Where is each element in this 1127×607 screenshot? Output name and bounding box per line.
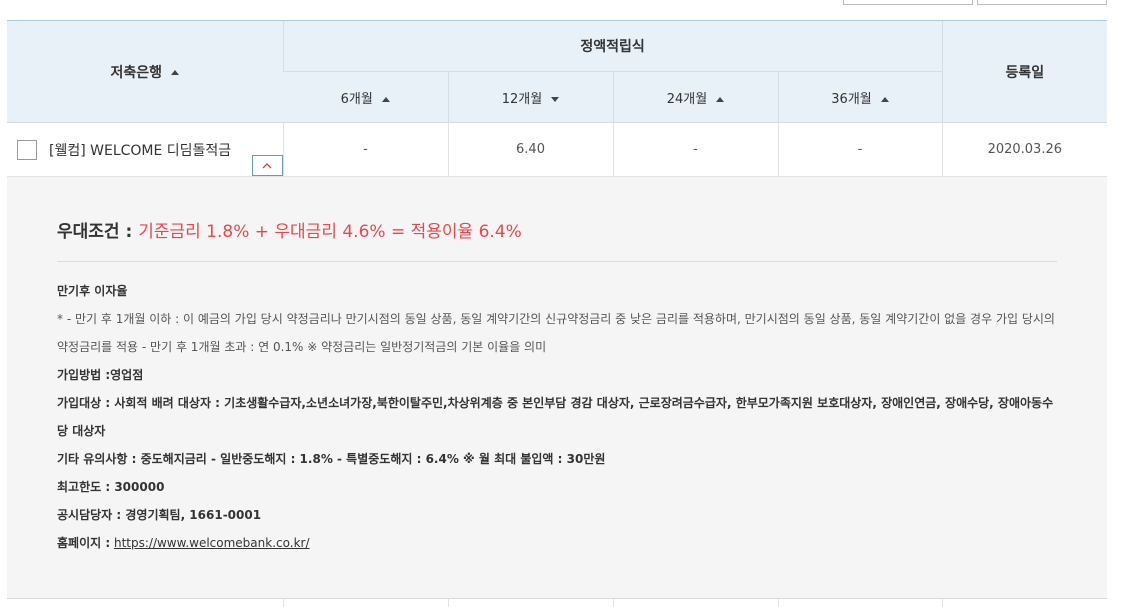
homepage-link[interactable]: https://www.welcomebank.co.kr/	[114, 536, 310, 550]
preferential-label: 우대조건 :	[57, 222, 133, 242]
header-term-label: 6개월	[340, 91, 373, 107]
header-term-6[interactable]: 6개월	[283, 71, 448, 123]
header-group: 정액적립식	[282, 20, 943, 72]
rate-12: 6.40	[447, 122, 613, 177]
header-term-36[interactable]: 36개월	[777, 71, 943, 123]
header-bank-label: 저축은행	[110, 64, 163, 81]
chevron-up-icon	[262, 162, 272, 168]
notes-label: 기타 유의사항 :	[57, 452, 137, 466]
limit-label: 최고한도 :	[57, 480, 111, 494]
notes-value: 중도해지금리 - 일반중도해지 : 1.8% - 특별중도해지 : 6.4% ※…	[136, 452, 606, 466]
rate-6: -	[282, 122, 448, 177]
header-bank[interactable]: 저축은행	[7, 20, 283, 123]
maturity-text: * - 만기 후 1개월 이하 : 이 예금의 가입 당시 약정금리나 만기시점…	[57, 312, 1055, 354]
preferential-conditions: 우대조건 : 기준금리 1.8% + 우대금리 4.6% = 적용이율 6.4%	[57, 217, 522, 242]
savings-rate-table: 저축은행 정액적립식 등록일 6개월 12개월 24개월 36개월 [웰컴] W…	[7, 20, 1108, 177]
divider	[57, 261, 1057, 262]
top-button-1[interactable]	[843, 0, 973, 5]
limit-value: 300000	[110, 480, 165, 494]
column-divider	[613, 599, 614, 607]
sort-down-icon	[551, 96, 560, 102]
product-detail-panel: 우대조건 : 기준금리 1.8% + 우대금리 4.6% = 적용이율 6.4%…	[7, 177, 1107, 598]
preferential-value: 기준금리 1.8% + 우대금리 4.6% = 적용이율 6.4%	[138, 222, 522, 242]
header-term-24[interactable]: 24개월	[612, 71, 778, 123]
registered-date: 2020.03.26	[941, 122, 1108, 177]
product-name: [웰컴] WELCOME 디딤돌적금	[49, 142, 232, 159]
header-term-12[interactable]: 12개월	[447, 71, 613, 123]
product-cell: [웰컴] WELCOME 디딤돌적금	[7, 122, 283, 177]
column-divider	[283, 599, 284, 607]
checkbox-icon[interactable]	[17, 139, 37, 160]
rate-36: -	[777, 122, 943, 177]
target-label: 가입대상 :	[57, 396, 111, 410]
contact-value: 경영기획팀, 1661-0001	[121, 508, 262, 522]
column-divider	[942, 599, 943, 607]
table-row: [웰컴] WELCOME 디딤돌적금 - 6.40 - - 2020.03.26	[7, 122, 1108, 177]
header-registered: 등록일	[941, 20, 1108, 123]
sort-up-icon	[171, 70, 180, 75]
contact-label: 공시담당자 :	[57, 508, 122, 522]
method-label: 가입방법 :	[57, 368, 111, 382]
top-button-2[interactable]	[977, 0, 1107, 5]
header-term-label: 36개월	[831, 91, 872, 107]
column-divider	[778, 599, 779, 607]
homepage-label: 홈페이지 :	[57, 536, 111, 550]
sort-up-icon	[381, 96, 390, 102]
header-term-label: 24개월	[666, 91, 708, 107]
product-info: 만기후 이자율 * - 만기 후 1개월 이하 : 이 예금의 가입 당시 약정…	[57, 277, 1057, 557]
method-value: 영업점	[110, 368, 144, 382]
sort-up-icon	[880, 96, 889, 102]
detail-toggle-button[interactable]	[251, 155, 283, 176]
column-divider	[448, 599, 449, 607]
header-term-label: 12개월	[501, 91, 543, 107]
rate-24: -	[612, 122, 778, 177]
sort-up-icon	[716, 96, 725, 102]
target-value: 사회적 배려 대상자 : 기초생활수급자,소년소녀가장,북한이탈주민,차상위계층…	[57, 396, 1054, 438]
maturity-label: 만기후 이자율	[57, 284, 128, 298]
